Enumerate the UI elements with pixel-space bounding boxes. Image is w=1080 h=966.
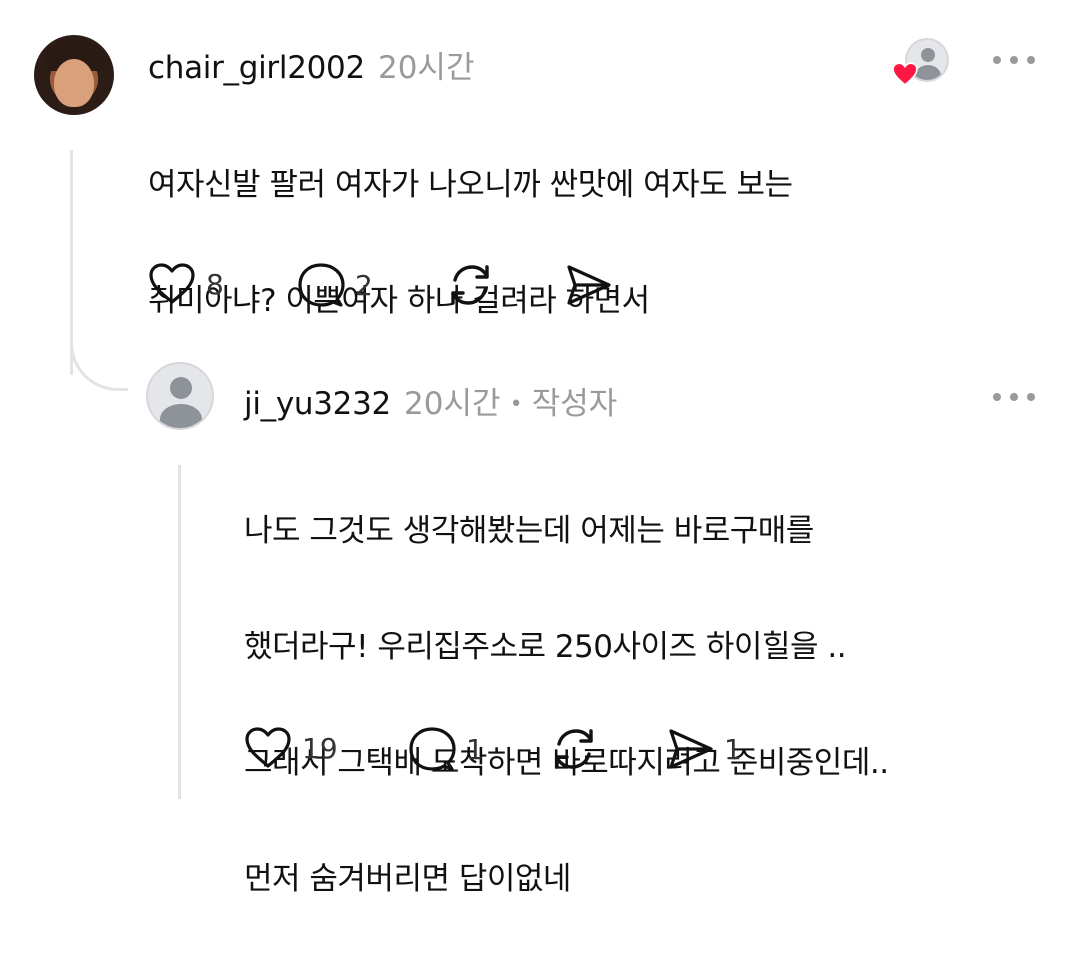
reply-button[interactable]: 1 bbox=[408, 726, 484, 772]
like-count: 8 bbox=[206, 267, 224, 301]
meta-separator: • bbox=[509, 392, 523, 417]
more-icon bbox=[993, 56, 1001, 64]
comment-text-line: 여자신발 팔러 여자가 나오니까 싼맛에 여자도 보는 bbox=[148, 167, 793, 203]
author-badge: 작성자 bbox=[531, 386, 618, 422]
repost-icon bbox=[555, 729, 593, 769]
reply-text-line: 나도 그것도 생각해봤는데 어제는 바로구매를 bbox=[244, 513, 814, 549]
comment-header: chair_girl2002 20시간 bbox=[148, 42, 474, 87]
username[interactable]: chair_girl2002 bbox=[148, 50, 365, 86]
reply-count: 2 bbox=[355, 268, 373, 302]
like-button[interactable]: 19 bbox=[244, 726, 338, 770]
heart-icon bbox=[149, 263, 195, 304]
comment-text: 여자신발 팔러 여자가 나오니까 싼맛에 여자도 보는 취미아냐? 이쁜여자 하… bbox=[148, 98, 1048, 388]
share-count: 1 bbox=[724, 732, 742, 766]
more-options-button[interactable] bbox=[993, 391, 1035, 403]
reply-text-line: 그래서 그택배 도착하면 바로따지려고 준비중인데.. bbox=[244, 745, 889, 781]
like-button[interactable]: 8 bbox=[148, 262, 224, 306]
reply-button[interactable]: 2 bbox=[297, 262, 373, 308]
share-button[interactable] bbox=[564, 262, 612, 308]
avatar[interactable] bbox=[146, 362, 214, 430]
like-count: 19 bbox=[302, 731, 338, 765]
timestamp: 20시간 bbox=[377, 50, 475, 86]
avatar[interactable] bbox=[34, 35, 114, 115]
reply-text-line: 먼저 숨겨버리면 답이없네 bbox=[244, 861, 571, 897]
reply-text: 나도 그것도 생각해봤는데 어제는 바로구매를 했더라구! 우리집주소로 250… bbox=[244, 444, 1064, 966]
repost-button[interactable] bbox=[550, 726, 598, 772]
reply-header: ji_yu3232 20시간 • 작성자 bbox=[244, 378, 617, 423]
send-icon bbox=[669, 729, 713, 769]
more-options-button[interactable] bbox=[993, 54, 1035, 66]
thread-connector bbox=[70, 320, 128, 391]
comment-icon bbox=[298, 263, 345, 307]
comment-icon bbox=[409, 727, 456, 771]
reply-count: 1 bbox=[466, 732, 484, 766]
send-icon bbox=[567, 265, 611, 305]
timestamp: 20시간 bbox=[404, 386, 501, 422]
thread-line bbox=[178, 465, 181, 799]
heart-icon bbox=[245, 727, 291, 768]
reply-text-line: 했더라구! 우리집주소로 250사이즈 하이힐을 .. bbox=[244, 629, 847, 665]
share-button[interactable]: 1 bbox=[666, 726, 742, 772]
repost-button[interactable] bbox=[446, 262, 494, 308]
repost-icon bbox=[451, 265, 489, 305]
heart-badge-icon bbox=[892, 62, 918, 86]
username[interactable]: ji_yu3232 bbox=[244, 386, 391, 422]
more-icon bbox=[993, 393, 1001, 401]
